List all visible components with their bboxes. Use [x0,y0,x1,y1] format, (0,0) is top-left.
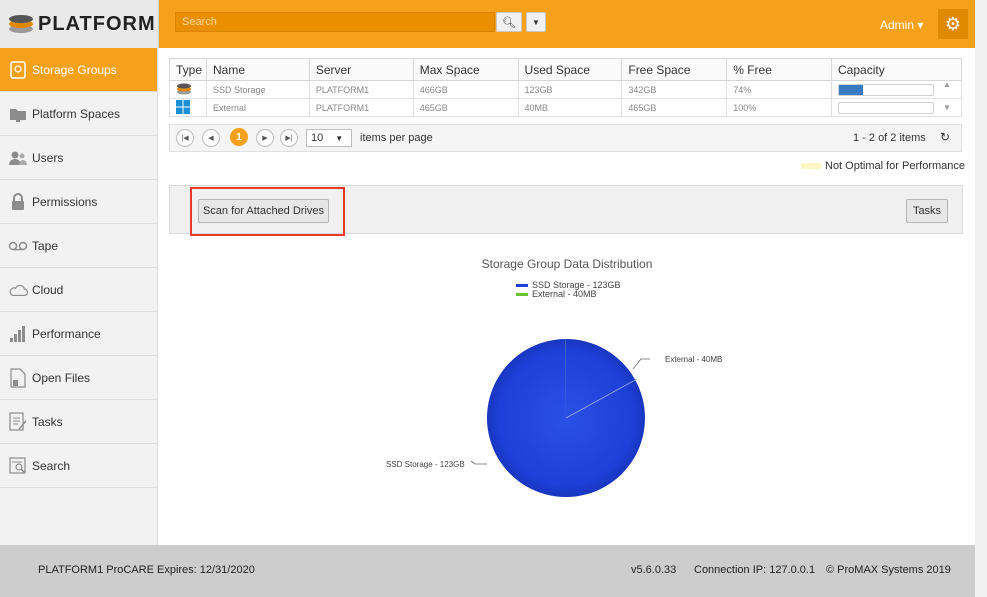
search-input[interactable] [176,13,494,31]
sidebar-item-permissions[interactable]: Permissions [0,180,157,224]
bar-chart-icon [8,324,28,344]
open-file-icon [8,367,28,388]
sidebar-item-tape[interactable]: Tape [0,224,157,268]
sidebar-item-label: Tape [32,238,59,253]
folder-icon [8,104,28,124]
sidebar-item-cloud[interactable]: Cloud [0,268,157,312]
sidebar-item-label: Tasks [32,414,63,429]
copyright-text: © ProMAX Systems 2019 [826,564,951,576]
search-doc-icon [8,456,28,476]
sidebar-item-label: Open Files [32,370,91,385]
sidebar-item-platform-spaces[interactable]: Platform Spaces [0,92,157,136]
label-leader-external [632,358,650,370]
logo[interactable]: PLATFORM [0,0,159,48]
tasks-icon [8,411,28,432]
sidebar-item-label: Users [32,150,64,165]
footer: PLATFORM1 ProCARE Expires: 12/31/2020 v5… [0,545,975,597]
sidebar-item-users[interactable]: Users [0,136,157,180]
settings-button[interactable]: ⚙ [938,9,968,39]
sidebar-item-open-files[interactable]: Open Files [0,356,157,400]
sidebar-item-storage-groups[interactable]: Storage Groups [0,48,157,92]
search-icon: 🔍︎ [502,16,516,29]
brand-name: PLATFORM [38,12,156,35]
page-scrollbar[interactable] [975,0,987,597]
caret-down-icon: ▼ [532,17,540,27]
sidebar-item-label: Platform Spaces [32,106,121,121]
sidebar-item-search[interactable]: Search [0,444,157,488]
search-button[interactable]: 🔍︎ [496,12,522,32]
gear-icon: ⚙ [944,13,962,34]
data-label-external: External - 40MB [665,355,722,364]
main-content: Type Name Server Max Space Used Space Fr… [159,48,975,545]
sidebar-item-tasks[interactable]: Tasks [0,400,157,444]
sidebar-item-label: Cloud [32,282,64,297]
tape-icon [8,236,28,256]
sidebar: Storage Groups Platform Spaces Users Per… [0,48,158,545]
sidebar-item-label: Permissions [32,194,98,209]
lock-icon [8,192,28,212]
data-label-ssd: SSD Storage - 123GB [386,460,465,469]
sidebar-item-label: Storage Groups [32,62,117,77]
top-bar: PLATFORM 🔍︎ ▼ Admin ▾ ⚙ [0,0,975,48]
storage-icon [8,60,28,80]
version-text: v5.6.0.33 [631,564,677,576]
users-icon [8,148,28,168]
platform-logo-icon [9,15,33,33]
label-leader-ssd [470,460,487,465]
pie-chart: External - 40MB SSD Storage - 123GB [386,339,722,497]
search-options-dropdown[interactable]: ▼ [526,12,546,32]
connection-ip-text: Connection IP: 127.0.0.1 [694,564,816,576]
sidebar-item-label: Search [32,458,71,473]
license-text: PLATFORM1 ProCARE Expires: 12/31/2020 [38,564,255,576]
sidebar-item-label: Performance [32,326,101,341]
cloud-icon [8,280,28,300]
user-menu[interactable]: Admin ▾ [880,18,923,32]
sidebar-item-performance[interactable]: Performance [0,312,157,356]
search-box[interactable] [175,12,495,32]
